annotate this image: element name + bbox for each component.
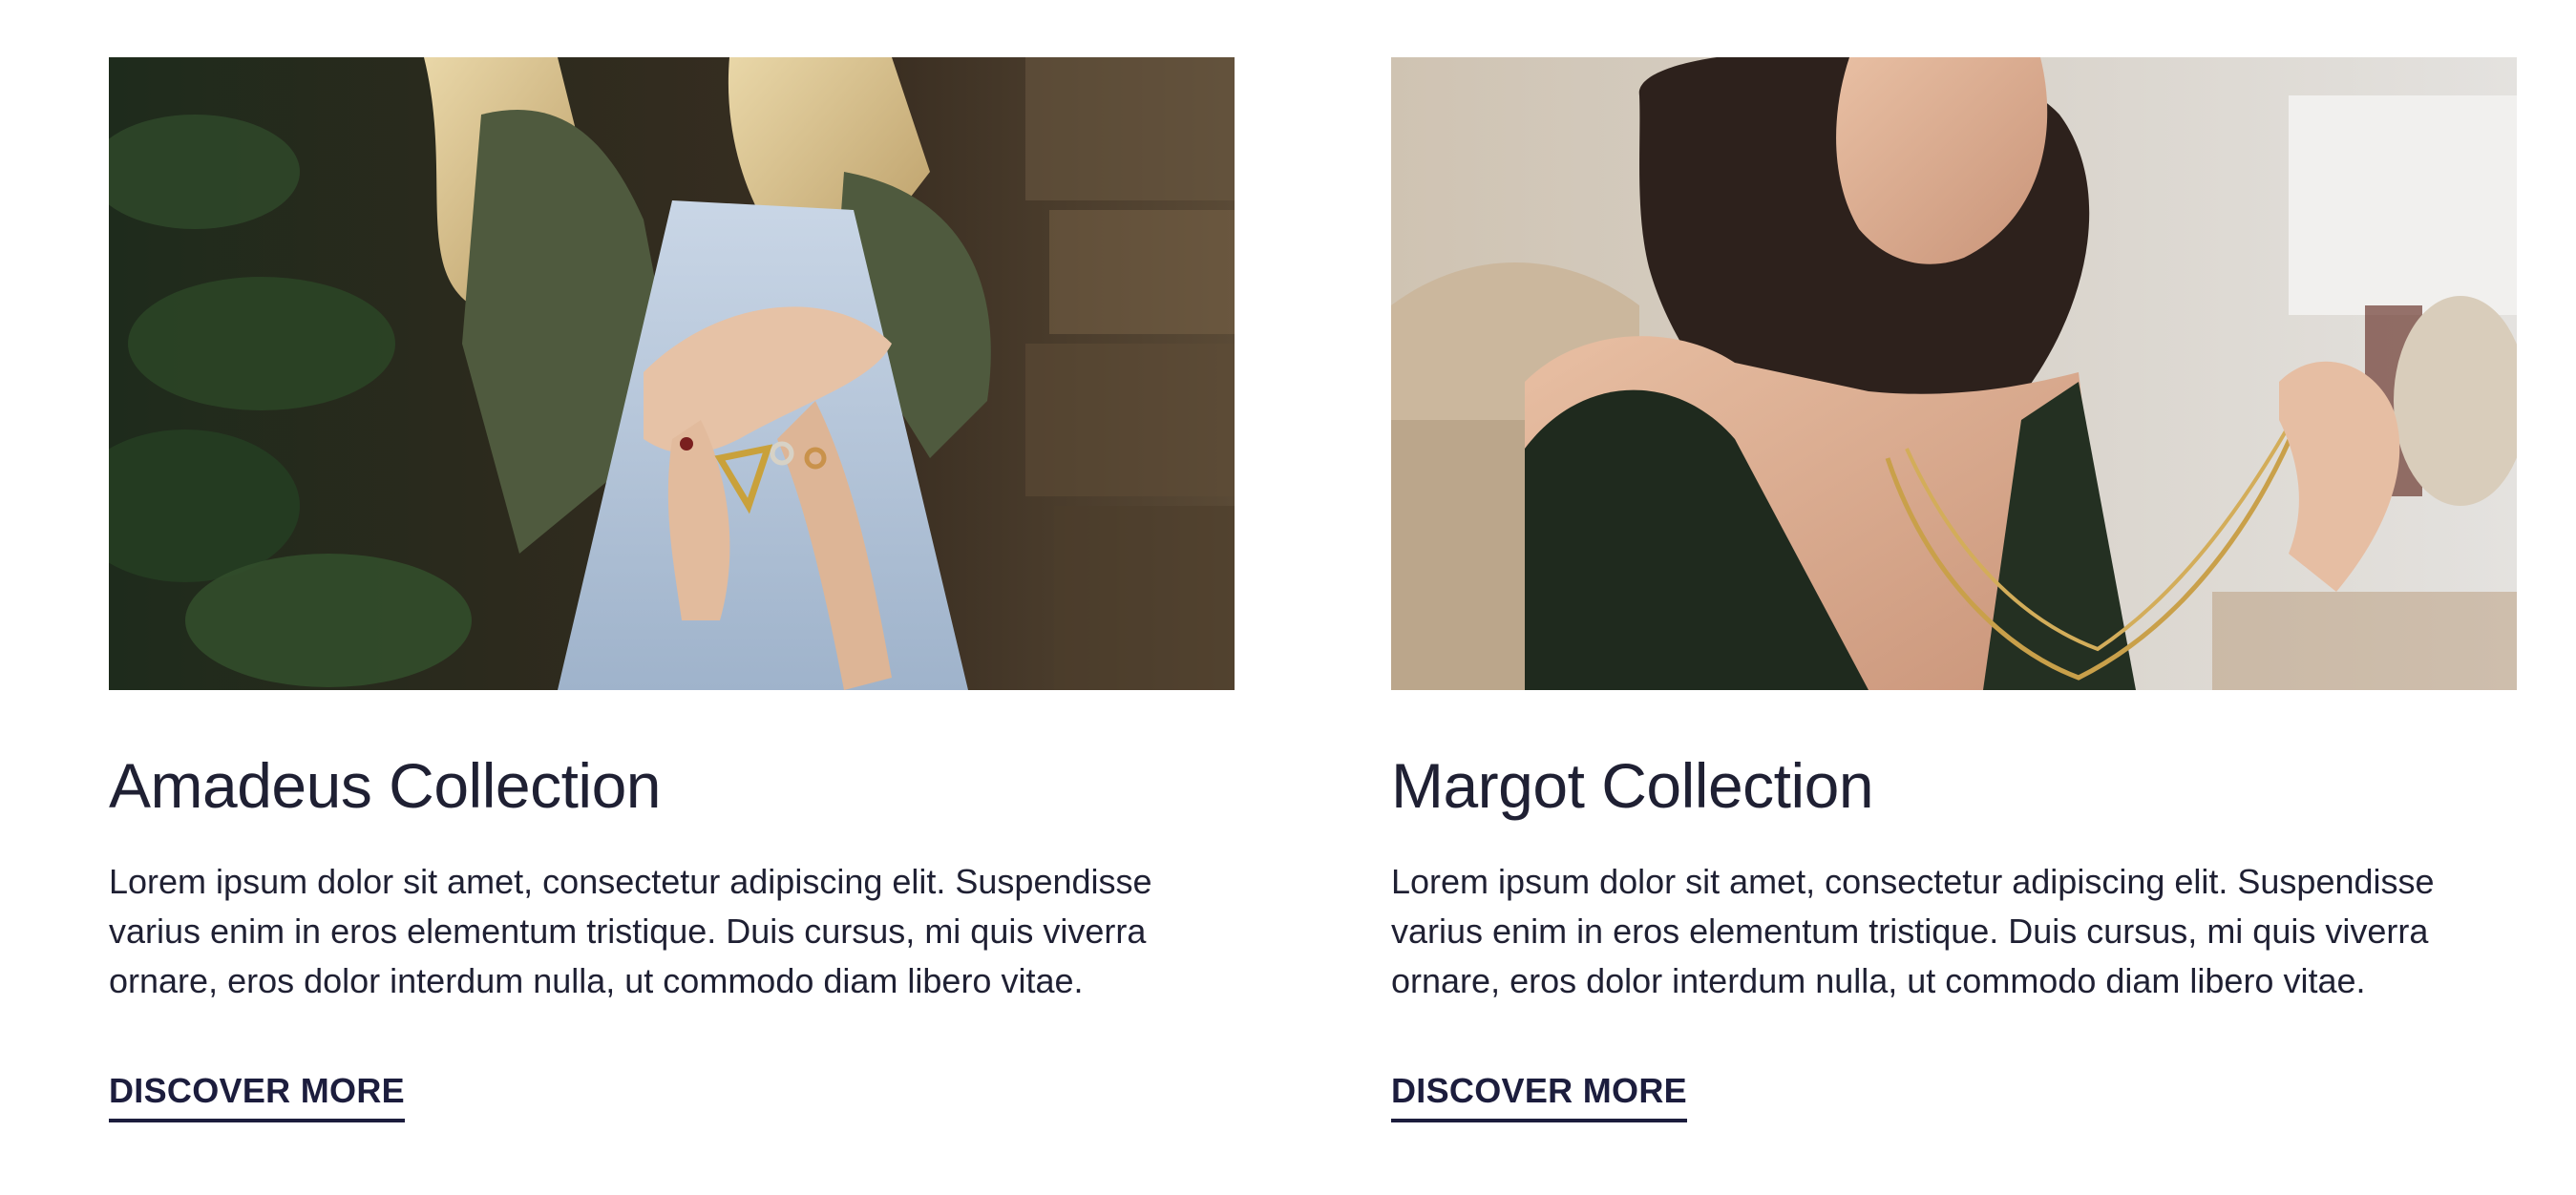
discover-more-link[interactable]: DISCOVER MORE: [1391, 1071, 1687, 1122]
rings-photo-illustration: [109, 57, 1235, 690]
collection-card-margot: Margot Collection Lorem ipsum dolor sit …: [1391, 57, 2517, 1122]
collection-title: Amadeus Collection: [109, 750, 661, 821]
collection-title: Margot Collection: [1391, 750, 1874, 821]
collection-card-amadeus: Amadeus Collection Lorem ipsum dolor sit…: [109, 57, 1235, 1122]
collection-description: Lorem ipsum dolor sit amet, consectetur …: [1391, 861, 2435, 1000]
collection-image-amadeus: [109, 57, 1235, 690]
necklace-photo-illustration: [1391, 57, 2517, 690]
collection-description: Lorem ipsum dolor sit amet, consectetur …: [109, 861, 1152, 1000]
discover-more-link[interactable]: DISCOVER MORE: [109, 1071, 405, 1122]
collection-image-margot: [1391, 57, 2517, 690]
collections-grid: Amadeus Collection Lorem ipsum dolor sit…: [109, 57, 2517, 1122]
